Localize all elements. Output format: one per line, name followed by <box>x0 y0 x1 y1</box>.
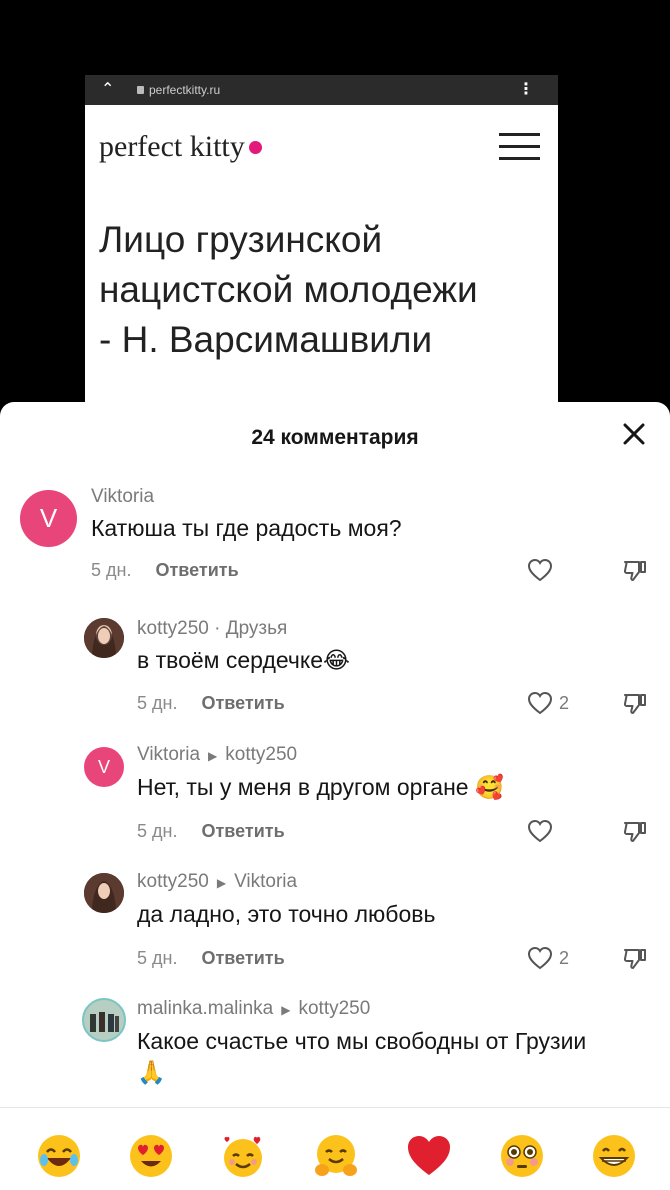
flushed-emoji-icon <box>501 1135 543 1177</box>
emoji-bar <box>0 1107 670 1190</box>
heart-outline-icon <box>527 946 553 970</box>
emoji-hugging-button[interactable] <box>312 1132 360 1180</box>
heart-outline-icon <box>527 691 553 715</box>
comment-time: 5 дн. <box>137 821 178 841</box>
comment-meta: 5 дн. Ответить <box>137 948 285 969</box>
comment-meta: 5 дн. Ответить <box>137 693 285 714</box>
video-frame[interactable]: ⌃ perfectkitty.ru ⋮ perfect kitty Лицо г… <box>85 75 558 415</box>
avatar-photo <box>84 1000 124 1040</box>
reply-button[interactable]: Ответить <box>155 560 238 580</box>
joy-emoji-icon <box>38 1135 80 1177</box>
comment-meta: 5 дн. Ответить <box>91 560 239 581</box>
comment-author[interactable]: Viktoria ▶ kotty250 <box>137 744 297 766</box>
like-count: 2 <box>559 947 570 968</box>
comment-author[interactable]: kotty250 ▶ Viktoria <box>137 871 297 893</box>
heart-eyes-emoji-icon <box>130 1135 172 1177</box>
dislike-button[interactable] <box>622 819 648 848</box>
thumbs-down-icon <box>623 822 646 842</box>
dislike-button[interactable] <box>622 691 648 720</box>
comment-meta: 5 дн. Ответить <box>137 821 285 842</box>
lock-icon <box>137 86 144 94</box>
emoji-joy-button[interactable] <box>35 1132 83 1180</box>
red-heart-emoji-icon <box>408 1136 450 1175</box>
screen: ⌃ perfectkitty.ru ⋮ perfect kitty Лицо г… <box>0 0 670 1190</box>
comment-time: 5 дн. <box>137 693 178 713</box>
comment-text: Катюша ты где радость моя? <box>91 515 402 541</box>
reply-button[interactable]: Ответить <box>201 693 284 713</box>
heart-outline-icon <box>527 819 553 843</box>
browser-url: perfectkitty.ru <box>149 83 221 97</box>
comment-author[interactable]: Viktoria <box>91 486 154 508</box>
reply-button[interactable]: Ответить <box>201 948 284 968</box>
comment-time: 5 дн. <box>91 560 132 580</box>
comments-sheet: 24 комментария V Viktoria Катюша ты где … <box>0 402 670 1190</box>
hamburger-menu-icon <box>499 133 540 161</box>
avatar[interactable] <box>84 873 124 913</box>
comment-text: да ладно, это точно любовь <box>137 901 436 927</box>
like-button[interactable]: 2 <box>527 691 569 715</box>
reply-arrow-icon: ▶ <box>208 749 218 763</box>
logo-dot <box>248 141 262 154</box>
avatar[interactable]: V <box>20 490 77 547</box>
comment-author[interactable]: malinka.malinka ▶ kotty250 <box>137 998 370 1020</box>
avatar[interactable] <box>84 618 124 658</box>
dislike-button[interactable] <box>622 558 648 587</box>
comment-text: Нет, ты у меня в другом органе 🥰 <box>137 774 504 800</box>
like-button[interactable]: 2 <box>527 946 569 970</box>
comment-author[interactable]: kotty250 · Друзья <box>137 618 287 640</box>
close-icon <box>623 423 645 445</box>
like-button[interactable] <box>527 558 559 582</box>
avatar-photo <box>84 873 124 913</box>
hugging-emoji-icon <box>315 1135 357 1176</box>
emoji-heart-eyes-button[interactable] <box>127 1132 175 1180</box>
like-button[interactable] <box>527 819 559 843</box>
reply-arrow-icon: ▶ <box>216 876 227 890</box>
article-headline: Лицо грузинской нацистской молодежи - Н.… <box>99 219 478 360</box>
smiling-hearts-emoji-icon <box>224 1136 262 1177</box>
heart-outline-icon <box>527 558 553 582</box>
dislike-button[interactable] <box>622 946 648 975</box>
thumbs-down-icon <box>623 949 646 969</box>
grin-emoji-icon <box>593 1135 635 1177</box>
close-button[interactable] <box>620 420 648 448</box>
kebab-menu-icon: ⋮ <box>518 81 534 98</box>
emoji-flushed-button[interactable] <box>498 1132 546 1180</box>
avatar-photo <box>84 618 124 658</box>
comment-time: 5 дн. <box>137 948 178 968</box>
reply-button[interactable]: Ответить <box>201 821 284 841</box>
browser-bar: ⌃ perfectkitty.ru ⋮ <box>85 75 558 105</box>
comment-text: Какое счастье что мы свободны от Грузии … <box>137 1028 587 1085</box>
like-count: 2 <box>559 692 570 713</box>
thumbs-down-icon <box>623 694 646 714</box>
reply-arrow-icon: ▶ <box>281 1003 291 1017</box>
avatar[interactable]: V <box>84 747 124 787</box>
site-logo: perfect kitty <box>99 130 262 164</box>
emoji-red-heart-button[interactable] <box>405 1132 453 1180</box>
emoji-smiling-hearts-button[interactable] <box>219 1132 267 1180</box>
avatar[interactable] <box>82 998 126 1042</box>
comments-count-title: 24 комментария <box>251 426 419 449</box>
comment-text: в твоём сердечке😂 <box>137 647 350 673</box>
emoji-grin-button[interactable] <box>590 1132 638 1180</box>
chevron-up-icon: ⌃ <box>101 81 115 98</box>
thumbs-down-icon <box>623 561 646 581</box>
